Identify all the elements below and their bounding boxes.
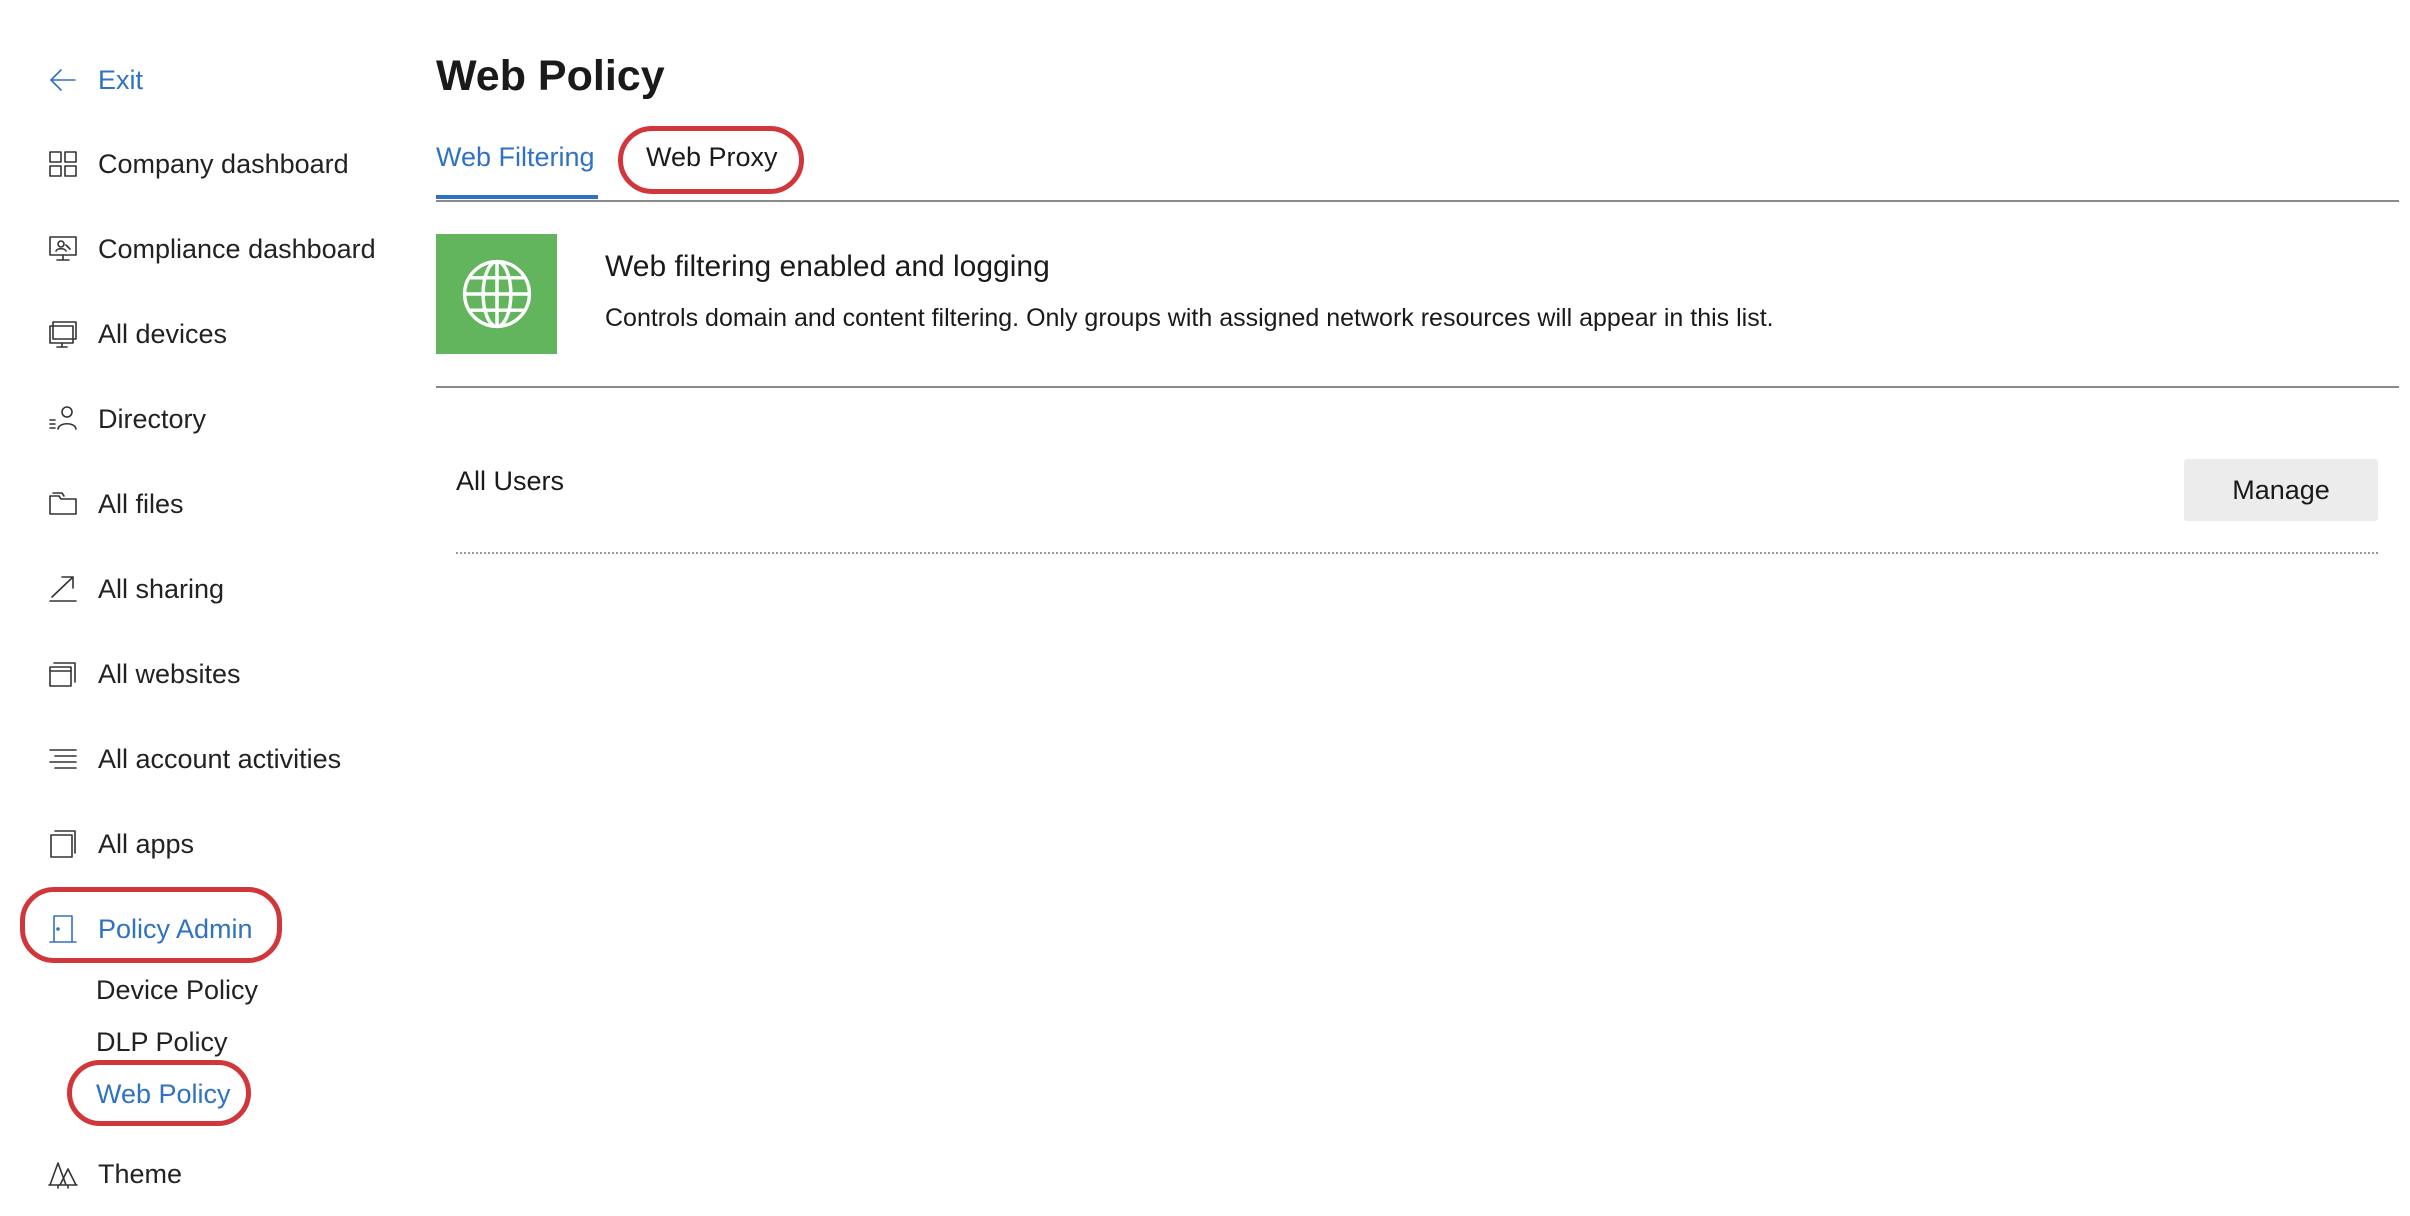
- table-row: All Users Manage: [456, 452, 2378, 554]
- exit-link[interactable]: Exit: [46, 58, 143, 102]
- page-title: Web Policy: [436, 52, 665, 100]
- banner-title: Web filtering enabled and logging: [605, 250, 1050, 283]
- web-filtering-banner: Web filtering enabled and logging Contro…: [436, 234, 2399, 388]
- sidebar: Exit Company dashboard Compliance dashbo…: [0, 0, 420, 1216]
- sidebar-subitem-web-policy[interactable]: Web Policy: [96, 1074, 231, 1114]
- grid-dashboard-icon: [46, 147, 80, 181]
- sidebar-item-all-files[interactable]: All files: [46, 482, 184, 526]
- activity-list-icon: [46, 742, 80, 776]
- sidebar-item-label: Theme: [98, 1158, 183, 1189]
- sidebar-item-all-sharing[interactable]: All sharing: [46, 567, 224, 611]
- sidebar-item-all-apps[interactable]: All apps: [46, 822, 194, 866]
- exit-label: Exit: [98, 64, 144, 95]
- sidebar-item-label: All devices: [98, 318, 228, 349]
- tab-web-filtering[interactable]: Web Filtering: [436, 142, 595, 173]
- sidebar-item-compliance-dashboard[interactable]: Compliance dashboard: [46, 227, 376, 271]
- sidebar-item-label: Directory: [98, 403, 207, 434]
- sidebar-item-label: All account activities: [98, 743, 342, 774]
- arrow-left-icon: [46, 63, 80, 97]
- sidebar-item-policy-admin[interactable]: Policy Admin: [46, 907, 253, 951]
- sidebar-item-label: All files: [98, 488, 184, 519]
- globe-icon: [462, 259, 531, 329]
- banner-description: Controls domain and content filtering. O…: [605, 304, 1774, 332]
- main-content: Web Policy Web Filtering Web Proxy Web f…: [436, 0, 2410, 1216]
- folder-icon: [46, 487, 80, 521]
- devices-icon: [46, 317, 80, 351]
- sidebar-item-label: Policy Admin: [98, 913, 253, 944]
- active-tab-indicator: [436, 195, 598, 199]
- share-arrow-icon: [46, 572, 80, 606]
- sidebar-item-directory[interactable]: Directory: [46, 397, 206, 441]
- sidebar-item-label: Compliance dashboard: [98, 233, 376, 264]
- sidebar-item-all-account-activities[interactable]: All account activities: [46, 737, 341, 781]
- sidebar-subitem-device-policy[interactable]: Device Policy: [96, 970, 258, 1010]
- apps-icon: [46, 827, 80, 861]
- sidebar-item-label: All sharing: [98, 573, 225, 604]
- monitor-user-icon: [46, 232, 80, 266]
- tab-bar: Web Filtering Web Proxy: [436, 126, 2399, 202]
- browser-windows-icon: [46, 657, 80, 691]
- sidebar-item-theme[interactable]: Theme: [46, 1152, 182, 1196]
- sidebar-subitem-dlp-policy[interactable]: DLP Policy: [96, 1022, 228, 1062]
- sidebar-item-all-devices[interactable]: All devices: [46, 312, 227, 356]
- sidebar-item-company-dashboard[interactable]: Company dashboard: [46, 142, 349, 186]
- sidebar-item-label: All websites: [98, 658, 241, 689]
- globe-icon-tile: [436, 234, 557, 354]
- sidebar-item-label: Company dashboard: [98, 148, 349, 179]
- trees-icon: [46, 1157, 80, 1191]
- sidebar-item-all-websites[interactable]: All websites: [46, 652, 241, 696]
- door-icon: [46, 912, 80, 946]
- tab-web-proxy[interactable]: Web Proxy: [646, 142, 778, 173]
- manage-button[interactable]: Manage: [2184, 459, 2378, 521]
- group-name: All Users: [456, 466, 565, 496]
- user-list-icon: [46, 402, 80, 436]
- sidebar-item-label: All apps: [98, 828, 195, 859]
